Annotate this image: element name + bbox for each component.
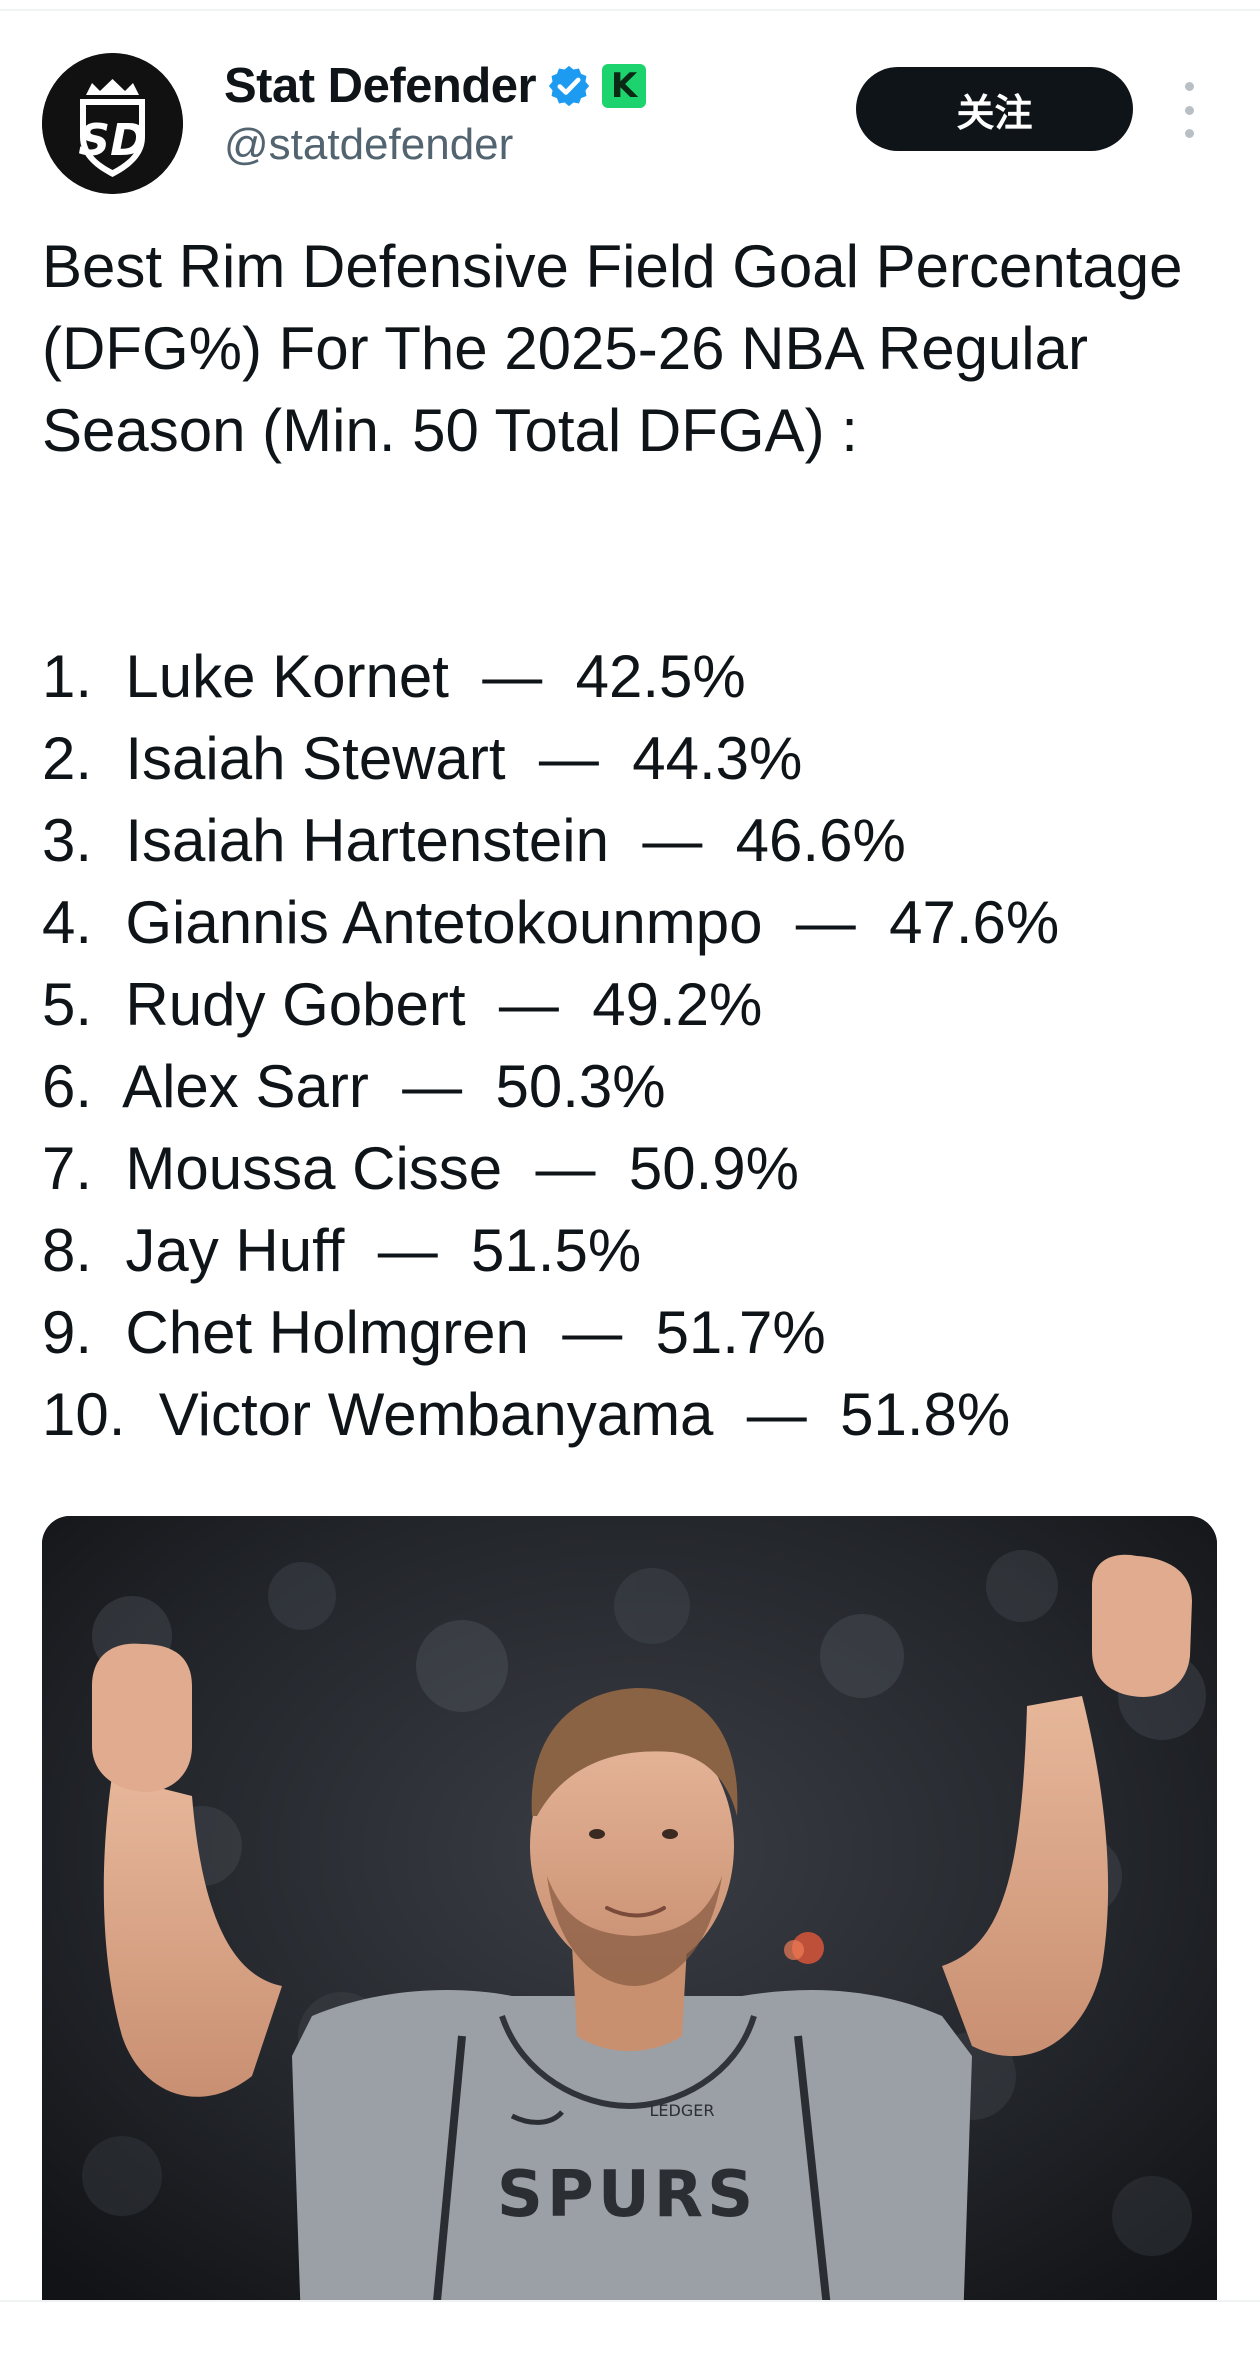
post-text: Best Rim Defensive Field Goal Percentage… xyxy=(42,226,1192,472)
ranking-list: 1. Luke Kornet — 42.5% 2. Isaiah Stewart… xyxy=(42,636,1192,1456)
more-dot xyxy=(1184,105,1194,115)
player-celebration-photo: SPURS LEDGER xyxy=(42,1516,1217,2354)
bottom-divider xyxy=(0,2300,1260,2356)
jersey-sponsor-text: LEDGER xyxy=(650,2101,715,2120)
stat-defender-logo: SD xyxy=(42,53,183,194)
ranking-item: 8. Jay Huff — 51.5% xyxy=(42,1217,642,1284)
post: SD Stat Defender K @statdefender 关注 Best… xyxy=(0,0,1260,2356)
ranking-item: 2. Isaiah Stewart — 44.3% xyxy=(42,725,803,792)
author-display-name[interactable]: Stat Defender xyxy=(224,58,537,114)
author-avatar[interactable]: SD xyxy=(42,53,183,194)
more-dot xyxy=(1184,82,1194,91)
ranking-item: 9. Chet Holmgren — 51.7% xyxy=(42,1299,826,1366)
ranking-item: 5. Rudy Gobert — 49.2% xyxy=(42,971,763,1038)
follow-button[interactable]: 关注 xyxy=(856,67,1133,151)
author-handle[interactable]: @statdefender xyxy=(224,120,513,170)
more-dot xyxy=(1184,129,1194,138)
avatar-monogram: SD xyxy=(78,115,146,166)
ranking-item: 4. Giannis Antetokounmpo — 47.6% xyxy=(42,889,1060,956)
ranking-item: 7. Moussa Cisse — 50.9% xyxy=(42,1135,799,1202)
author-name-row: Stat Defender K xyxy=(224,56,647,116)
ranking-item: 1. Luke Kornet — 42.5% xyxy=(42,643,746,710)
verified-badge-icon xyxy=(548,65,590,107)
ranking-item: 3. Isaiah Hartenstein — 46.6% xyxy=(42,807,906,874)
post-photo[interactable]: SPURS LEDGER xyxy=(42,1516,1217,2354)
more-vertical-icon[interactable] xyxy=(1174,82,1204,138)
jersey-team-text: SPURS xyxy=(497,2158,757,2232)
post-intro: Best Rim Defensive Field Goal Percentage… xyxy=(42,233,1183,464)
k-badge-icon: K xyxy=(602,64,647,108)
ranking-item: 6. Alex Sarr — 50.3% xyxy=(42,1053,666,1120)
ranking-item: 10. Victor Wembanyama — 51.8% xyxy=(42,1381,1011,1448)
